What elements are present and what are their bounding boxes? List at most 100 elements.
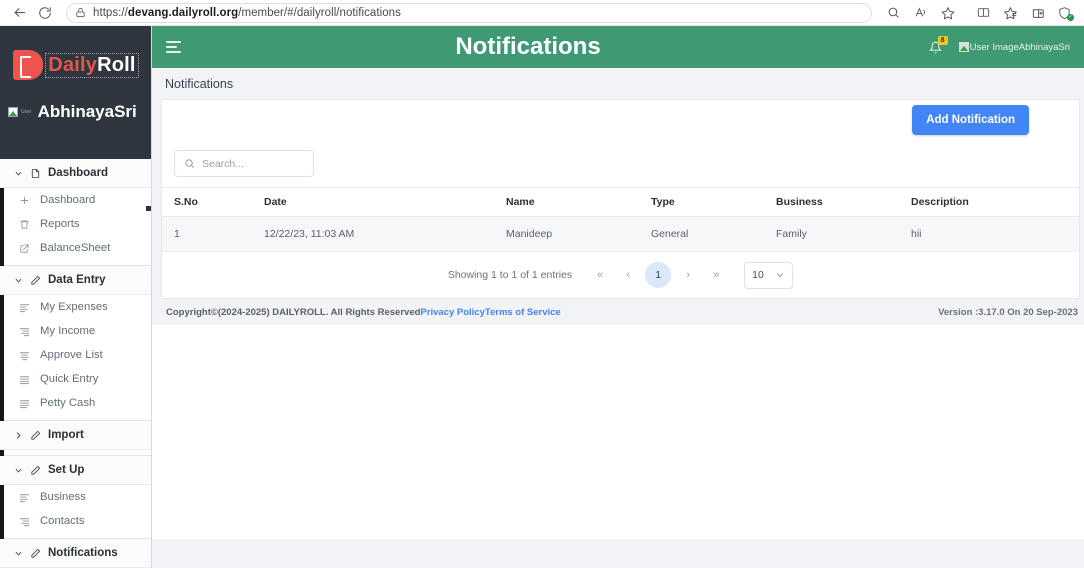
avatar — [958, 42, 969, 52]
privacy-policy-link[interactable]: Privacy Policy — [420, 307, 484, 318]
footer-version: Version :3.17.0 On 20 Sep-2023 — [938, 306, 1078, 318]
sidebar-header: DailyRoll User AbhinayaSri — [0, 26, 151, 159]
notification-bell-button[interactable]: 8 — [928, 35, 948, 54]
align-left-icon — [19, 302, 31, 313]
sidebar-item-approve-list[interactable]: Approve List — [0, 343, 151, 367]
pagination-next-button[interactable]: › — [674, 262, 702, 288]
pagination-first-button[interactable]: « — [586, 262, 614, 288]
main-area: Notifications 8 User Image AbhinayaSri N… — [152, 26, 1084, 568]
address-bar[interactable]: https://devang.dailyroll.org/member/#/da… — [66, 2, 872, 23]
cell-description: hii — [911, 216, 1079, 252]
back-arrow-icon[interactable] — [6, 2, 32, 24]
cell-sno: 1 — [162, 216, 264, 252]
sidebar-group-notifications[interactable]: Notifications — [0, 539, 151, 568]
app-shell: DailyRoll User AbhinayaSri Dashboard Das… — [0, 26, 1084, 568]
avatar-alt-text: User Image — [969, 41, 1019, 53]
sidebar-group-dashboard[interactable]: Dashboard — [0, 159, 151, 188]
sidebar-item-quick-entry[interactable]: Quick Entry — [0, 367, 151, 391]
topbar-user-name: AbhinayaSri — [1018, 41, 1070, 53]
align-center-icon — [19, 350, 31, 361]
hamburger-menu-icon[interactable] — [166, 41, 181, 53]
browser-tool-icons: ✓ — [880, 2, 1078, 24]
browser-essentials-icon[interactable] — [1024, 2, 1051, 24]
add-notification-button[interactable]: Add Notification — [912, 105, 1029, 135]
search-icon — [184, 158, 195, 169]
pagination-info: Showing 1 to 1 of 1 entries — [447, 269, 573, 281]
browser-toolbar: https://devang.dailyroll.org/member/#/da… — [0, 0, 1084, 26]
scroll-indicator — [146, 206, 151, 211]
app-topbar: Notifications 8 User Image AbhinayaSri — [152, 26, 1084, 68]
align-right-icon — [19, 516, 31, 527]
search-input[interactable]: Search... — [174, 150, 314, 177]
cell-business: Family — [776, 216, 911, 252]
external-link-icon — [19, 243, 31, 254]
broken-image-icon — [8, 107, 18, 117]
user-menu[interactable]: User Image AbhinayaSri — [958, 41, 1070, 53]
sidebar-item-my-income[interactable]: My Income — [0, 319, 151, 343]
sidebar-group-data-entry[interactable]: Data Entry — [0, 266, 151, 295]
sidebar-item-my-expenses[interactable]: My Expenses — [0, 295, 151, 319]
column-header-date[interactable]: Date — [264, 187, 506, 217]
pagination-page-1[interactable]: 1 — [645, 262, 672, 288]
pagination-last-button[interactable]: » — [702, 262, 730, 288]
sidebar-user-alt: User — [21, 109, 32, 115]
page-title: Notifications — [455, 33, 601, 60]
trash-icon — [19, 219, 31, 230]
column-header-description[interactable]: Description — [911, 187, 1079, 217]
sidebar-item-label: Dashboard — [40, 194, 96, 206]
table-row[interactable]: 1 12/22/23, 11:03 AM Manideep General Fa… — [162, 216, 1079, 252]
card-toolbar: Add Notification — [162, 100, 1079, 140]
chevron-down-icon — [14, 466, 23, 475]
sidebar-group-label: Set Up — [48, 464, 85, 476]
sidebar-user: User AbhinayaSri — [0, 102, 151, 122]
table-head: S.No Date Name Type Business Description — [162, 187, 1079, 217]
sidebar-item-balancesheet[interactable]: BalanceSheet — [0, 236, 151, 260]
terms-of-service-link[interactable]: Terms of Service — [485, 307, 561, 318]
column-header-name[interactable]: Name — [506, 187, 651, 217]
app-logo[interactable]: DailyRoll — [0, 50, 151, 80]
search-icon[interactable] — [880, 2, 907, 24]
sidebar-group-label: Dashboard — [48, 167, 109, 179]
sidebar-item-reports[interactable]: Reports — [0, 212, 151, 236]
collections-icon[interactable] — [997, 2, 1024, 24]
sidebar-group-setup[interactable]: Set Up — [0, 456, 151, 485]
align-left-icon — [19, 492, 31, 503]
read-aloud-icon[interactable] — [907, 2, 934, 24]
shield-status-dot: ✓ — [1067, 13, 1074, 21]
sidebar-item-dashboard[interactable]: Dashboard — [0, 188, 151, 212]
align-right-icon — [19, 326, 31, 337]
sidebar-item-contacts[interactable]: Contacts — [0, 509, 151, 533]
chevron-right-icon — [14, 431, 23, 440]
topbar-right: 8 User Image AbhinayaSri — [928, 35, 1070, 54]
chevron-down-icon — [775, 270, 785, 280]
page-footer: Copyright©(2024-2025) DAILYROLL. All Rig… — [152, 299, 1084, 325]
cell-name: Manideep — [506, 216, 651, 252]
sidebar-item-label: Approve List — [40, 349, 103, 361]
sidebar-item-business[interactable]: Business — [0, 485, 151, 509]
pencil-icon — [30, 548, 41, 559]
list-icon — [19, 398, 31, 409]
sidebar-item-label: Petty Cash — [40, 397, 96, 409]
reading-view-icon[interactable] — [970, 2, 997, 24]
sidebar-user-name: AbhinayaSri — [37, 102, 137, 121]
favorite-star-icon[interactable] — [934, 2, 961, 24]
shield-check-icon[interactable]: ✓ — [1051, 2, 1078, 24]
sidebar-item-petty-cash[interactable]: Petty Cash — [0, 391, 151, 415]
pencil-icon — [30, 430, 41, 441]
sidebar-group-import[interactable]: Import — [0, 421, 151, 450]
chevron-down-icon — [14, 276, 23, 285]
sidebar-group-label: Notifications — [48, 547, 118, 559]
reload-icon[interactable] — [32, 2, 58, 24]
address-bar-text: https://devang.dailyroll.org/member/#/da… — [93, 6, 401, 19]
column-header-business[interactable]: Business — [776, 187, 911, 217]
plus-icon — [19, 195, 31, 206]
search-placeholder: Search... — [202, 157, 245, 170]
dailyroll-logo-icon — [13, 50, 44, 80]
page-content: Notifications Add Notification Search... — [152, 68, 1084, 568]
page-size-select[interactable]: 10 — [744, 261, 794, 289]
pagination-prev-button[interactable]: ‹ — [614, 262, 642, 288]
cell-type: General — [651, 216, 776, 252]
column-header-sno[interactable]: S.No — [162, 187, 264, 217]
column-header-type[interactable]: Type — [651, 187, 776, 217]
sidebar-item-label: My Income — [40, 325, 96, 337]
